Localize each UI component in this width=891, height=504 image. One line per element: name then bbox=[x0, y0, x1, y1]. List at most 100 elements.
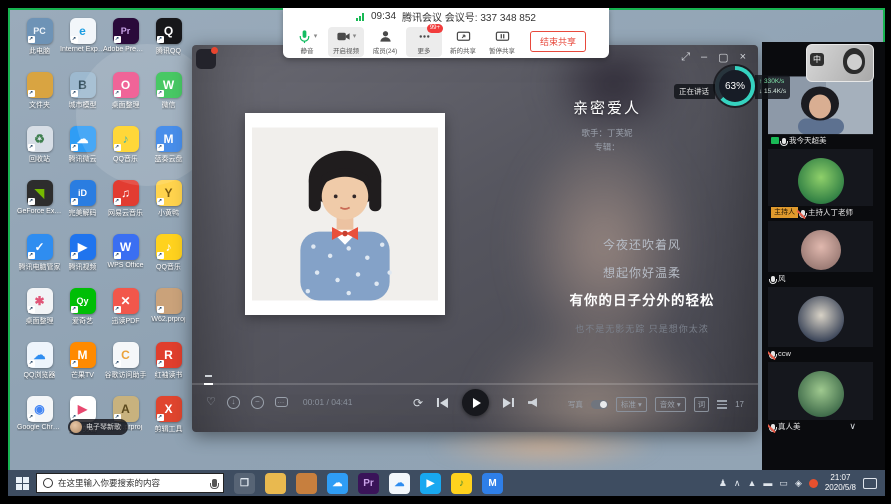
keyboard-icon[interactable]: ▭ bbox=[779, 478, 788, 489]
tray-expand-chevron-icon[interactable]: ∧ bbox=[734, 478, 741, 489]
desktop-icon-label: 剪辑工具 bbox=[155, 424, 183, 434]
store-taskbar-icon[interactable] bbox=[296, 473, 317, 494]
desktop-icon-26[interactable]: C谷歌访问助手 bbox=[104, 342, 147, 396]
desktop-icon-5[interactable]: B城市模型 bbox=[61, 72, 104, 126]
photo-mode-toggle[interactable] bbox=[591, 400, 608, 409]
desktop-icon-31[interactable]: X剪辑工具 bbox=[147, 396, 190, 450]
task-view-taskbar-icon[interactable]: ❒ bbox=[234, 473, 255, 494]
desktop-icon-20[interactable]: ✱桌面整理 bbox=[18, 288, 61, 342]
chevron-down-icon[interactable]: ▾ bbox=[314, 32, 318, 40]
desktop-icon-16[interactable]: ✓腾讯电脑管家 bbox=[18, 234, 61, 288]
microphone-button[interactable]: ▾静音 bbox=[289, 27, 325, 57]
tencent-video-taskbar-icon[interactable]: ▶ bbox=[420, 473, 441, 494]
members-button[interactable]: 成员(24) bbox=[367, 27, 403, 57]
new-share-button[interactable]: 新的共享 bbox=[445, 27, 481, 57]
file-explorer-taskbar-icon[interactable] bbox=[265, 473, 286, 494]
app-icon: Pr bbox=[113, 18, 139, 44]
desktop-icon-23[interactable]: W62.prproj bbox=[147, 288, 190, 342]
input-indicator-icon[interactable]: ▲ bbox=[748, 478, 757, 488]
progress-knob[interactable] bbox=[205, 375, 212, 377]
desktop-icon-9[interactable]: ☁腾讯微云 bbox=[61, 126, 104, 180]
desktop-icon-21[interactable]: Qy爱奇艺 bbox=[61, 288, 104, 342]
participant-tile-2[interactable]: 风 bbox=[768, 221, 873, 285]
premiere-taskbar-icon[interactable]: Pr bbox=[358, 473, 379, 494]
download-icon[interactable]: ↓ bbox=[227, 396, 240, 409]
more-button[interactable]: 更多99+ bbox=[406, 27, 442, 57]
desktop-icon-24[interactable]: ☁QQ浏览器 bbox=[18, 342, 61, 396]
desktop-icon-4[interactable]: 文件夹 bbox=[18, 72, 61, 126]
desktop-icon-10[interactable]: ♪QQ音乐 bbox=[104, 126, 147, 180]
desktop-icon-12[interactable]: ◥GeForce Experience bbox=[18, 180, 61, 234]
desktop-icon-14[interactable]: ♫网易云音乐 bbox=[104, 180, 147, 234]
start-button[interactable] bbox=[8, 477, 36, 490]
loop-icon[interactable]: ⟳ bbox=[413, 396, 423, 410]
desktop-icon-17[interactable]: ▶腾讯视频 bbox=[61, 234, 104, 288]
desktop-icon-13[interactable]: iD完美解码 bbox=[61, 180, 104, 234]
participant-tile-1[interactable]: 主持人主持人丁老师 bbox=[768, 149, 873, 219]
desktop-icon-1[interactable]: eInternet Explorer bbox=[61, 18, 104, 72]
app-icon: ☁ bbox=[27, 342, 53, 368]
desktop-icon-8[interactable]: ♻回收站 bbox=[18, 126, 61, 180]
floating-photo-overlay[interactable]: 中 bbox=[806, 44, 874, 82]
app-icon: ♪ bbox=[156, 234, 182, 260]
player-left-controls: ♡↓−… 00:01 / 04:41 bbox=[206, 395, 353, 409]
action-center-icon[interactable] bbox=[863, 478, 877, 489]
desktop-icon-2[interactable]: PrAdobe Premiere Pro bbox=[104, 18, 147, 72]
desktop-icon-15[interactable]: Y小黄鸭 bbox=[147, 180, 190, 234]
weiyun-taskbar-icon[interactable]: ☁ bbox=[327, 473, 348, 494]
network-icon[interactable]: ◈ bbox=[795, 478, 802, 489]
desktop-icon-22[interactable]: ✕迅读PDF bbox=[104, 288, 147, 342]
button-label: 静音 bbox=[301, 45, 314, 55]
next-button[interactable] bbox=[503, 398, 514, 408]
close-icon[interactable]: × bbox=[740, 51, 746, 64]
volume-icon[interactable] bbox=[528, 398, 537, 407]
comment-icon[interactable]: … bbox=[275, 397, 288, 407]
search-mic-icon[interactable] bbox=[212, 479, 217, 487]
sound-effect-select[interactable]: 音效 ▾ bbox=[655, 397, 686, 412]
qq-browser-taskbar-icon[interactable]: ☁ bbox=[389, 473, 410, 494]
mic-muted-icon bbox=[771, 351, 775, 357]
desktop-icon-0[interactable]: PC此电脑 bbox=[18, 18, 61, 72]
favorite-icon[interactable]: ♡ bbox=[206, 395, 216, 409]
desktop-icon-6[interactable]: O桌面整理 bbox=[104, 72, 147, 126]
taskbar-search-input[interactable]: 在这里输入你要搜索的内容 bbox=[36, 473, 224, 493]
collapse-chevron-icon[interactable]: ∨ bbox=[849, 421, 856, 432]
playlist-icon[interactable] bbox=[717, 400, 727, 409]
desktop-icon-28[interactable]: ◉Google Chrome bbox=[18, 396, 61, 450]
qq-music-taskbar-icon[interactable]: ♪ bbox=[451, 473, 472, 494]
taskbar: 在这里输入你要搜索的内容 ❒ ☁ Pr ☁ ▶ ♪ M ♟ ∧ ▲ ▬ ▭ ◈ 21:07 2020/… bbox=[8, 470, 885, 496]
lanzou-taskbar-icon[interactable]: M bbox=[482, 473, 503, 494]
pause-share-button[interactable]: 暂停共享 bbox=[484, 27, 520, 57]
gauge-circle[interactable]: 63% bbox=[715, 66, 755, 106]
minimize-icon[interactable]: – bbox=[701, 51, 707, 64]
desktop-icon-27[interactable]: R红袖读书 bbox=[147, 342, 190, 396]
security-tray-icon[interactable] bbox=[809, 479, 818, 488]
desktop-icon-18[interactable]: WWPS Office bbox=[104, 234, 147, 288]
desktop-icon-3[interactable]: Q腾讯QQ bbox=[147, 18, 190, 72]
quality-select[interactable]: 标准 ▾ bbox=[616, 397, 647, 412]
lyrics-toggle[interactable]: 词 bbox=[694, 397, 710, 412]
bubble-text: 电子琴新歌 bbox=[86, 422, 121, 432]
desktop-icon-7[interactable]: W微信 bbox=[147, 72, 190, 126]
end-share-button[interactable]: 结束共享 bbox=[530, 31, 586, 52]
previous-button[interactable] bbox=[437, 398, 448, 408]
new-share-icon bbox=[456, 29, 471, 44]
progress-bar[interactable] bbox=[192, 383, 758, 385]
dislike-icon[interactable]: − bbox=[251, 396, 264, 409]
restore-icon[interactable]: ⤢ bbox=[681, 51, 690, 64]
notification-bubble[interactable]: 电子琴新歌 bbox=[68, 419, 128, 435]
maximize-icon[interactable]: ▢ bbox=[718, 51, 728, 64]
participant-tile-3[interactable]: ccw bbox=[768, 287, 873, 360]
participant-tile-4[interactable]: 真人美∨ bbox=[768, 362, 873, 433]
battery-icon[interactable]: ▬ bbox=[763, 478, 772, 488]
desktop-icon-19[interactable]: ♪QQ音乐 bbox=[147, 234, 190, 288]
performance-gauge[interactable]: 正在讲话 63% ↑ 330K/s ↓ 15.4K/s bbox=[674, 76, 790, 106]
camera-button[interactable]: ▾开启视频 bbox=[328, 27, 364, 57]
desktop-icon-25[interactable]: M芒果TV bbox=[61, 342, 104, 396]
people-tray-icon[interactable]: ♟ bbox=[719, 478, 727, 489]
desktop-icon-11[interactable]: M蓝奏云盘 bbox=[147, 126, 190, 180]
chevron-down-icon[interactable]: ▾ bbox=[353, 32, 357, 40]
player-logo[interactable] bbox=[196, 49, 216, 69]
taskbar-clock[interactable]: 21:07 2020/5/8 bbox=[825, 473, 856, 493]
play-button[interactable] bbox=[462, 389, 489, 416]
